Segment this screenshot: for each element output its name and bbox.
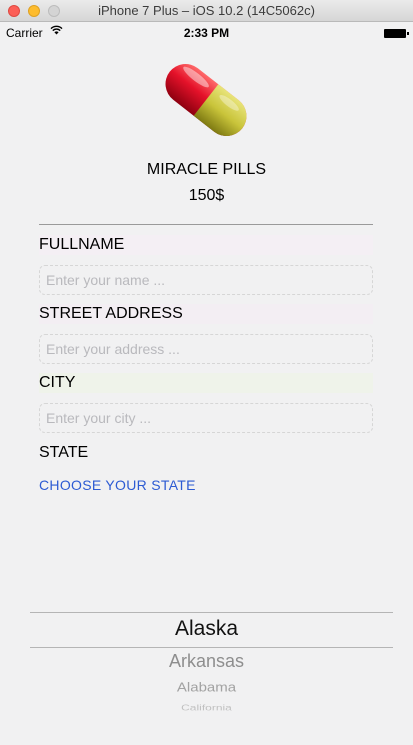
picker-selection-bottom-line: [30, 647, 393, 648]
battery-icon: [384, 29, 409, 38]
fullname-label: FULLNAME: [39, 235, 373, 255]
product-name: MIRACLE PILLS: [146, 161, 267, 178]
status-bar: Carrier 2:33 PM: [0, 22, 413, 42]
picker-selection-top-line: [30, 612, 393, 613]
fullname-input[interactable]: [39, 265, 373, 295]
pill-capsule-icon: [165, 63, 247, 137]
window-title-bar: iPhone 7 Plus – iOS 10.2 (14C5062c): [0, 0, 413, 22]
window-title: iPhone 7 Plus – iOS 10.2 (14C5062c): [98, 3, 315, 18]
city-label: CITY: [39, 373, 373, 393]
header-divider: [39, 224, 373, 225]
street-address-input[interactable]: [39, 334, 373, 364]
street-address-label: STREET ADDRESS: [39, 304, 373, 324]
picker-row[interactable]: Alabama: [0, 680, 413, 695]
state-picker[interactable]: Alaska Arkansas Alabama California: [0, 600, 413, 720]
picker-row-selected[interactable]: Alaska: [0, 617, 413, 641]
city-input[interactable]: [39, 403, 373, 433]
choose-state-button[interactable]: CHOOSE YOUR STATE: [39, 477, 196, 493]
status-time: 2:33 PM: [183, 26, 230, 40]
picker-row[interactable]: Arkansas: [0, 651, 413, 672]
picker-row[interactable]: California: [0, 703, 413, 711]
product-price: 150$: [188, 187, 225, 204]
state-label: STATE: [39, 444, 89, 461]
